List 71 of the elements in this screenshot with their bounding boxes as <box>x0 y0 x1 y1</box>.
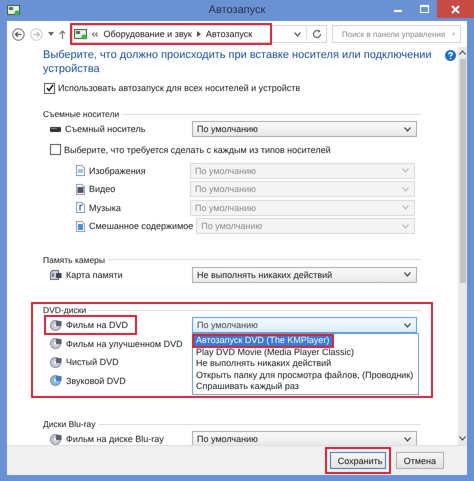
caret-icon <box>402 168 409 174</box>
back-icon[interactable] <box>12 28 25 40</box>
device-label: Съемный носитель <box>65 124 146 134</box>
maximize-icon <box>420 5 428 13</box>
refresh-icon[interactable] <box>312 29 322 39</box>
music-file-icon <box>76 202 85 214</box>
dropdown-option[interactable]: Play DVD Movie (Media Player Classic) <box>193 346 418 358</box>
checkbox[interactable] <box>50 144 61 155</box>
dropdown-option[interactable]: Открыть папку для просмотра файлов, (Проводник) <box>193 370 418 382</box>
checkbox-label[interactable]: Использовать автозапуск для всех носителей и устройств <box>58 83 300 93</box>
cancel-button[interactable]: Отмена <box>396 452 444 469</box>
memory-card-icon <box>50 270 62 280</box>
disc-icon <box>50 356 62 368</box>
search-field[interactable]: Поиск в панели управления <box>332 25 461 43</box>
image-file-icon <box>76 165 85 176</box>
video-file-icon <box>76 184 85 195</box>
mixed-file-icon <box>76 220 85 232</box>
control-panel-icon <box>74 28 88 40</box>
caret-icon <box>404 436 411 442</box>
up-arrow-icon[interactable] <box>58 30 66 38</box>
address-bar[interactable]: Оборудование и звук Автозапуск <box>72 25 327 43</box>
page-heading: Выберите, что должно происходить при вставке носителя или подключении устройства <box>43 48 433 76</box>
close-icon <box>451 4 460 14</box>
caret-icon <box>404 272 411 278</box>
scroll-thumb[interactable] <box>460 59 466 283</box>
caret-icon <box>402 186 409 192</box>
scrollbar[interactable] <box>458 47 467 445</box>
breadcrumb-link[interactable]: Автозапуск <box>206 29 252 39</box>
dropdown-option[interactable]: Автозапуск DVD (The KMPlayer) <box>193 335 334 347</box>
section-title: Память камеры <box>43 254 106 264</box>
media-type-label: Изображения <box>89 166 146 176</box>
save-button[interactable]: Сохранить <box>330 452 386 469</box>
window-title: Автозапуск <box>208 4 266 16</box>
dropdown[interactable]: По умолчанию <box>192 431 417 445</box>
audio-disc-icon <box>50 375 62 386</box>
media-type-label: Музыка <box>89 202 121 213</box>
scroll-down-icon[interactable] <box>459 436 466 441</box>
dropdown[interactable]: Не выполнять никаких действий <box>192 266 417 283</box>
device-label: Фильм на диске Blu-ray <box>66 434 164 444</box>
double-chevron-icon <box>92 32 98 36</box>
drive-icon <box>50 126 61 132</box>
caret-icon <box>404 126 411 132</box>
checkbox-label[interactable]: Выберите, что требуется сделать с каждым из типов носителей <box>64 144 331 154</box>
caret-icon <box>404 322 411 328</box>
disc-icon <box>50 434 62 445</box>
scroll-up-icon[interactable] <box>459 50 466 55</box>
media-type-label: Видео <box>89 184 116 194</box>
media-type-label: Смешанное содержимое <box>89 221 194 232</box>
device-label: Фильм на DVD <box>66 320 128 330</box>
device-label: Карта памяти <box>66 270 123 280</box>
section-title: DVD-диски <box>43 305 86 315</box>
caret-icon[interactable] <box>48 32 54 36</box>
close-button[interactable] <box>437 0 474 18</box>
disc-icon <box>50 338 62 350</box>
control-panel-icon <box>7 5 20 16</box>
dropdown-option[interactable]: Не выполнять никаких действий <box>193 358 418 370</box>
dropdown-option[interactable]: Спрашивать каждый раз <box>193 381 418 393</box>
help-icon[interactable] <box>445 50 456 61</box>
section-title: Съемные носители <box>43 109 120 119</box>
device-label: Звуковой DVD <box>66 376 126 386</box>
checkbox[interactable] <box>44 82 55 94</box>
caret-icon <box>402 224 409 229</box>
dropdown-caret-icon[interactable] <box>294 32 301 36</box>
chevron-icon <box>196 31 201 37</box>
caret-icon <box>402 205 409 210</box>
device-label: Чистый DVD <box>66 357 119 368</box>
device-label: Фильм на улучшенном DVD <box>66 338 183 349</box>
breadcrumb-link[interactable]: Оборудование и звук <box>103 29 192 39</box>
disc-icon <box>50 320 62 331</box>
section-title: Диски Blu-ray <box>43 419 96 429</box>
dropdown[interactable]: По умолчанию <box>192 121 417 138</box>
